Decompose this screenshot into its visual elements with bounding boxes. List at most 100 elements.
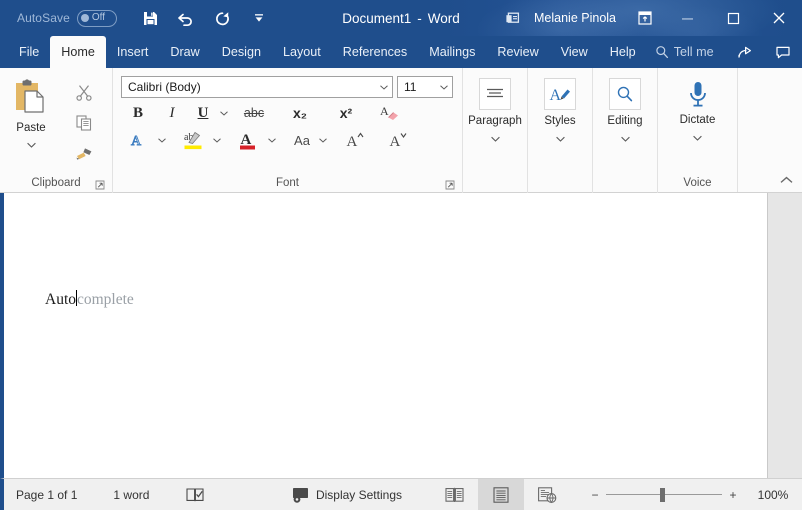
ribbon-tab-bar: File Home Insert Draw Design Layout Refe… xyxy=(0,36,802,68)
collapse-ribbon-button[interactable] xyxy=(778,172,794,188)
tab-view[interactable]: View xyxy=(550,36,599,68)
bold-button[interactable]: B xyxy=(121,101,155,125)
font-dialog-launcher[interactable] xyxy=(445,178,457,190)
font-color-dropdown-arrow[interactable] xyxy=(265,128,278,152)
paste-label: Paste xyxy=(16,122,46,134)
document-text-line: Auto complete xyxy=(45,288,134,309)
change-case-button[interactable]: Aa xyxy=(288,128,316,152)
zoom-slider-thumb[interactable] xyxy=(660,487,665,502)
microphone-icon xyxy=(689,82,706,107)
chevron-down-icon xyxy=(490,136,500,142)
paragraph-dropdown-arrow[interactable] xyxy=(490,129,500,147)
styles-dropdown-arrow[interactable] xyxy=(555,129,565,147)
zoom-level-label[interactable]: 100% xyxy=(744,488,802,502)
autosave-switch[interactable]: Off xyxy=(76,9,117,27)
chevron-down-icon xyxy=(26,142,36,148)
change-case-dropdown-arrow[interactable] xyxy=(316,128,329,152)
font-size-dropdown-arrow[interactable] xyxy=(436,84,452,90)
paragraph-group-label xyxy=(463,173,527,193)
autosave-label: AutoSave xyxy=(17,11,70,25)
chevron-down-icon xyxy=(620,136,630,142)
customize-quick-access-toolbar-button[interactable] xyxy=(241,3,277,33)
tab-review[interactable]: Review xyxy=(486,36,549,68)
font-name-dropdown-arrow[interactable] xyxy=(376,84,392,90)
typed-text: Auto xyxy=(45,291,76,308)
font-size-combobox[interactable]: 11 xyxy=(397,76,453,98)
tab-design[interactable]: Design xyxy=(211,36,272,68)
dictate-label: Dictate xyxy=(679,114,716,126)
paste-button[interactable]: Paste xyxy=(0,72,62,153)
close-button[interactable] xyxy=(756,0,802,36)
font-name-combobox[interactable]: Calibri (Body) xyxy=(121,76,393,98)
ribbon-group-font: Calibri (Body) 11 B I U abc x₂ x² A A ab… xyxy=(112,68,462,193)
italic-button[interactable]: I xyxy=(155,101,189,125)
superscript-button[interactable]: x² xyxy=(329,101,363,125)
tab-mailings[interactable]: Mailings xyxy=(418,36,486,68)
zoom-out-button[interactable]: − xyxy=(584,479,606,510)
save-button[interactable] xyxy=(133,3,169,33)
document-name: Document1 xyxy=(342,10,412,26)
text-effects-button[interactable]: A xyxy=(121,128,155,152)
paste-dropdown-arrow[interactable] xyxy=(26,135,36,153)
web-layout-icon xyxy=(538,486,557,503)
tab-insert[interactable]: Insert xyxy=(106,36,160,68)
zoom-in-button[interactable]: + xyxy=(722,479,744,510)
strikethrough-button[interactable]: abc xyxy=(237,101,271,125)
clipboard-dialog-launcher[interactable] xyxy=(95,178,107,190)
share-icon[interactable] xyxy=(726,36,764,68)
ribbon: Paste Clipboard Calibri (Body) 11 B I U … xyxy=(0,68,802,193)
proofing-book-icon xyxy=(186,487,204,501)
chevron-down-icon xyxy=(693,135,702,141)
comments-icon[interactable] xyxy=(764,36,802,68)
format-painter-button[interactable] xyxy=(71,142,97,166)
tab-file[interactable]: File xyxy=(8,36,50,68)
proofing-status-icon[interactable] xyxy=(185,479,207,510)
account-icon[interactable] xyxy=(496,11,530,26)
subscript-button[interactable]: x₂ xyxy=(283,101,317,125)
tell-me-search[interactable]: Tell me xyxy=(655,36,714,68)
status-bar: Page 1 of 1 1 word Display Settings − + … xyxy=(0,478,802,510)
decrease-font-size-button[interactable]: A xyxy=(381,128,415,152)
tab-home[interactable]: Home xyxy=(50,36,106,68)
word-count[interactable]: 1 word xyxy=(113,479,149,510)
highlight-color-button[interactable]: ab xyxy=(176,128,210,152)
read-mode-view-button[interactable] xyxy=(432,479,478,510)
font-color-button[interactable]: A xyxy=(231,128,265,152)
web-layout-view-button[interactable] xyxy=(524,479,570,510)
display-settings-button[interactable]: Display Settings xyxy=(291,479,402,510)
styles-button[interactable]: A Styles xyxy=(528,72,592,147)
minimize-button[interactable] xyxy=(664,0,710,36)
clear-formatting-button[interactable]: A xyxy=(373,101,407,125)
tab-help[interactable]: Help xyxy=(599,36,647,68)
tab-references[interactable]: References xyxy=(332,36,418,68)
chevron-down-icon xyxy=(555,136,565,142)
maximize-button[interactable] xyxy=(710,0,756,36)
highlight-color-dropdown-arrow[interactable] xyxy=(210,128,223,152)
editing-group-label xyxy=(593,173,657,193)
account-name[interactable]: Melanie Pinola xyxy=(530,11,626,25)
document-page[interactable]: Auto complete xyxy=(4,193,768,478)
copy-button[interactable] xyxy=(71,111,97,135)
editing-button[interactable]: Editing xyxy=(593,72,657,147)
dictate-dropdown-arrow[interactable] xyxy=(693,128,702,146)
ribbon-display-options-button[interactable] xyxy=(626,10,664,26)
autosave-toggle[interactable]: AutoSave Off xyxy=(17,9,117,27)
tab-draw[interactable]: Draw xyxy=(159,36,210,68)
title-bar: AutoSave Off Document1 - Word Melanie Pi… xyxy=(0,0,802,36)
document-canvas[interactable]: Auto complete xyxy=(0,193,802,478)
redo-button[interactable] xyxy=(205,3,241,33)
underline-button[interactable]: U xyxy=(189,101,217,125)
editing-dropdown-arrow[interactable] xyxy=(620,129,630,147)
dictate-button[interactable]: Dictate xyxy=(658,72,737,146)
paragraph-button[interactable]: Paragraph xyxy=(463,72,527,147)
tab-layout[interactable]: Layout xyxy=(272,36,332,68)
minimize-icon xyxy=(681,17,693,19)
text-effects-dropdown-arrow[interactable] xyxy=(155,128,168,152)
increase-font-size-button[interactable]: A xyxy=(338,128,372,152)
page-indicator[interactable]: Page 1 of 1 xyxy=(16,479,77,510)
undo-button[interactable] xyxy=(169,3,205,33)
cut-button[interactable] xyxy=(71,80,97,104)
print-layout-view-button[interactable] xyxy=(478,478,524,510)
underline-dropdown-arrow[interactable] xyxy=(217,101,230,125)
zoom-slider[interactable] xyxy=(606,479,722,510)
